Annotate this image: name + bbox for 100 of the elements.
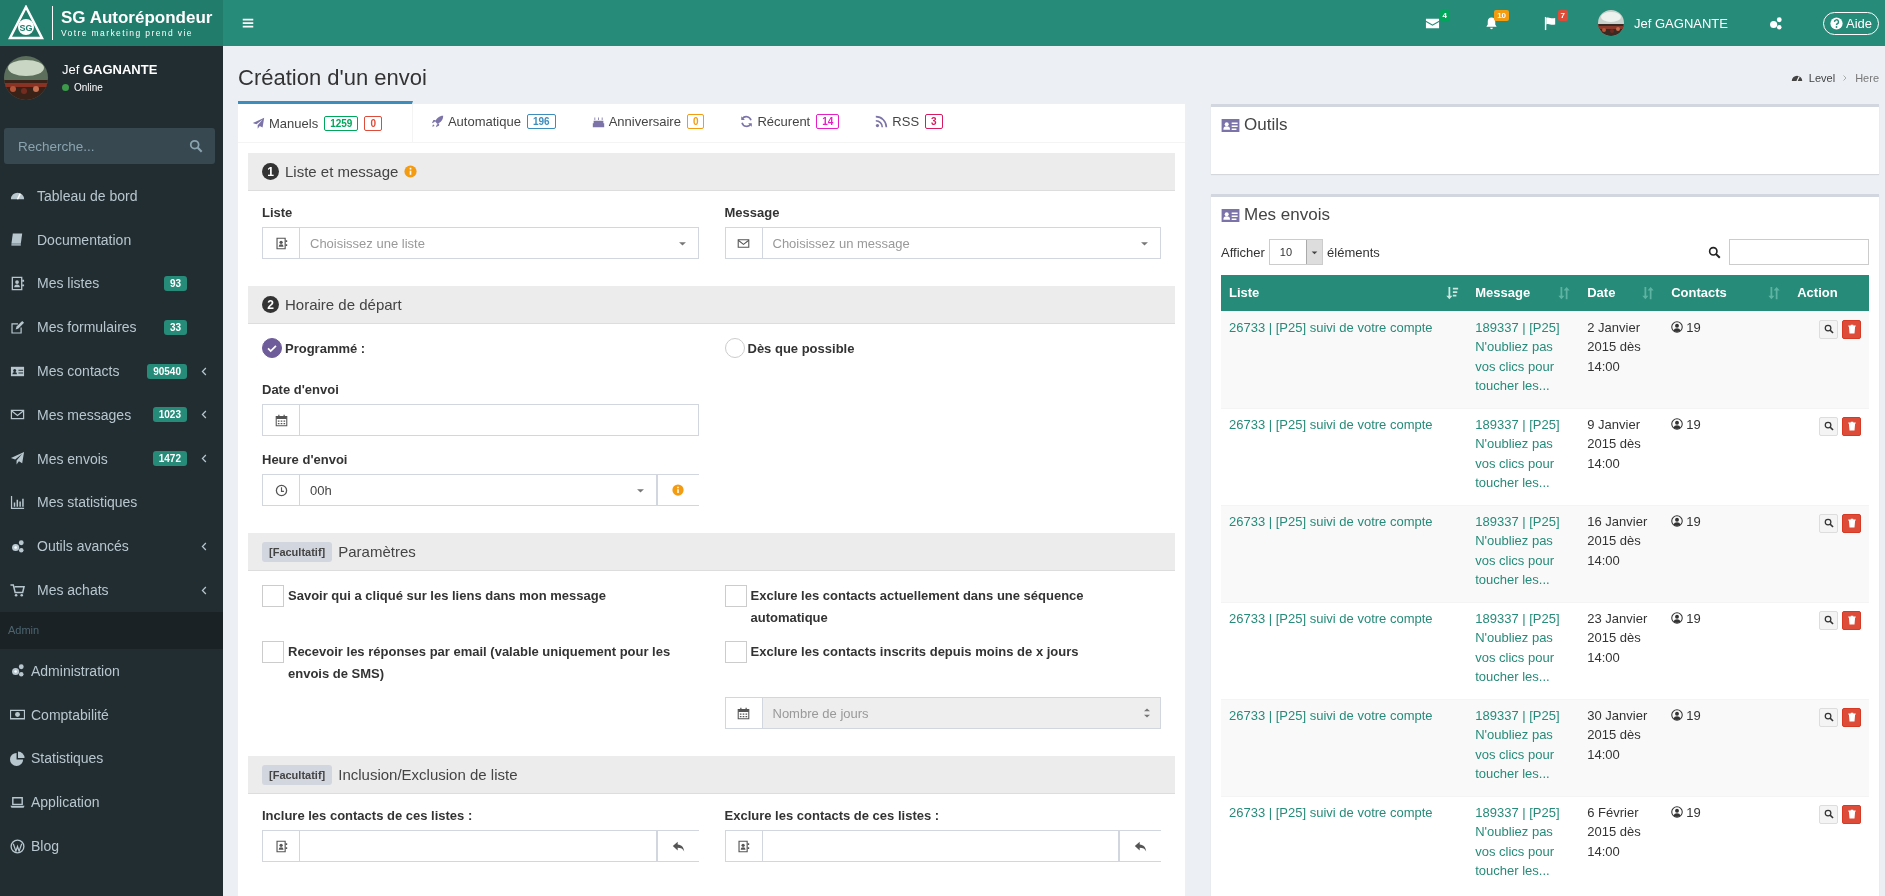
column-header[interactable]: Contacts xyxy=(1663,275,1790,311)
search-icon xyxy=(1823,421,1834,431)
delete-button[interactable] xyxy=(1842,707,1861,727)
checkbox[interactable] xyxy=(724,585,747,607)
sidebar-item[interactable]: Mes messages 1023 xyxy=(0,393,223,437)
sidebar-item[interactable]: Mes achats xyxy=(0,568,223,612)
brand-tagline: Votre marketing prend vie xyxy=(61,28,194,38)
menu-icon xyxy=(241,16,255,30)
field-label: Heure d'envoi xyxy=(262,452,349,467)
checkbox-label: Exclure les contacts actuellement dans une séquence automatique xyxy=(750,587,1085,627)
tab[interactable]: Manuels 1259 0 xyxy=(238,101,413,142)
sidebar-item[interactable]: Blog xyxy=(0,824,223,868)
message-link[interactable]: 189337 | [P25] N'oubliez pas vos clics pour toucher les... xyxy=(1475,802,1572,881)
reset-button[interactable] xyxy=(656,830,699,862)
page-size-select[interactable]: 10 xyxy=(1268,239,1324,265)
view-button[interactable] xyxy=(1819,707,1838,727)
address-book-icon xyxy=(274,839,288,853)
pie-chart-icon xyxy=(10,750,25,766)
select-field[interactable]: 00h xyxy=(300,475,625,505)
sidebar-item[interactable]: Outils avancés xyxy=(0,524,223,569)
page-title: Création d'un envoi xyxy=(238,65,428,91)
delete-button[interactable] xyxy=(1842,416,1861,436)
column-header[interactable]: Message xyxy=(1467,275,1580,311)
delete-button[interactable] xyxy=(1842,319,1861,339)
message-link[interactable]: 189337 | [P25] N'oubliez pas vos clics pour toucher les... xyxy=(1475,414,1572,493)
checkbox[interactable] xyxy=(262,641,284,663)
select-field[interactable]: Choisissez un message xyxy=(762,228,1129,258)
cart-icon xyxy=(10,582,25,598)
select-field[interactable]: Choisissez un message xyxy=(724,227,1161,259)
address-book-icon xyxy=(10,276,25,291)
delete-button[interactable] xyxy=(1842,804,1861,824)
contact-count: 19 xyxy=(1686,318,1701,337)
sidebar-item[interactable]: Mes contacts 90540 xyxy=(0,349,223,393)
sidebar-item[interactable]: Mes statistiques xyxy=(0,480,223,525)
view-button[interactable] xyxy=(1819,416,1838,436)
calendar-icon xyxy=(737,706,750,720)
view-button[interactable] xyxy=(1819,513,1838,533)
sidebar-item[interactable]: Application xyxy=(0,780,223,825)
tab[interactable]: Récurent 14 xyxy=(722,101,858,139)
count-badge: 10 xyxy=(1494,9,1510,21)
count-badge: 196 xyxy=(526,114,556,129)
spinner-arrows-icon[interactable] xyxy=(1144,708,1150,718)
tab[interactable]: Anniversaire 0 xyxy=(573,101,723,139)
info-button[interactable] xyxy=(656,474,699,506)
column-header: Action xyxy=(1789,275,1869,311)
date-text: 6 Février 2015 dès 14:00 xyxy=(1587,803,1642,861)
delete-button[interactable] xyxy=(1842,513,1861,533)
step-number: 1 xyxy=(262,163,279,180)
checkbox[interactable] xyxy=(724,641,747,663)
rocket-icon xyxy=(430,115,444,128)
sidebar-item[interactable]: Mes formulaires 33 xyxy=(0,305,223,350)
message-link[interactable]: 189337 | [P25] N'oubliez pas vos clics pour toucher les... xyxy=(1475,608,1572,687)
breadcrumb-link[interactable]: Level xyxy=(1808,72,1836,84)
breadcrumb-link[interactable]: Here xyxy=(1855,72,1879,84)
sidebar-item[interactable]: Administration xyxy=(0,648,223,693)
sidebar-item[interactable]: Mes listes 93 xyxy=(0,261,223,306)
plane-icon xyxy=(252,116,265,130)
sidebar-item[interactable]: Documentation xyxy=(0,217,223,262)
sidebar-item[interactable]: Mes envois 1472 xyxy=(0,436,223,481)
count-badge: 0 xyxy=(686,114,705,129)
search-field[interactable]: Recherche... xyxy=(4,128,215,164)
sidebar-item[interactable]: Tableau de bord xyxy=(0,174,223,218)
view-button[interactable] xyxy=(1819,610,1838,630)
column-header[interactable]: Date xyxy=(1579,275,1664,311)
optional-tag: [Facultatif] xyxy=(262,541,333,562)
list-link[interactable]: 26733 | [P25] suivi de votre compte xyxy=(1229,319,1433,335)
list-link[interactable]: 26733 | [P25] suivi de votre compte xyxy=(1229,804,1433,820)
search-icon xyxy=(1708,245,1721,259)
radio-button[interactable] xyxy=(262,338,282,358)
info-icon xyxy=(672,484,684,496)
tab[interactable]: Automatique 196 xyxy=(412,101,574,139)
trash-icon xyxy=(1846,615,1857,625)
list-field[interactable] xyxy=(262,830,657,862)
column-header[interactable]: Liste xyxy=(1221,275,1468,311)
view-button[interactable] xyxy=(1819,319,1838,339)
select-field[interactable]: 00h xyxy=(262,474,657,506)
user-name[interactable]: Jef GAGNANTE xyxy=(1634,15,1728,31)
user-name: Jef GAGNANTE xyxy=(62,62,158,77)
section-title: Liste et message xyxy=(285,163,399,180)
sidebar-item[interactable]: Statistiques xyxy=(0,736,223,781)
tasks-button[interactable]: 7 xyxy=(1529,7,1573,39)
list-field[interactable] xyxy=(724,830,1119,862)
table-search-field[interactable] xyxy=(1729,239,1869,265)
search-icon xyxy=(189,139,203,153)
help-icon xyxy=(1829,16,1843,30)
count-badge: 90540 xyxy=(147,363,187,379)
gears-icon xyxy=(1767,15,1783,31)
reset-button[interactable] xyxy=(1119,830,1161,862)
checkbox[interactable] xyxy=(262,585,284,607)
search-field[interactable]: Recherche... xyxy=(16,137,189,155)
delete-button[interactable] xyxy=(1842,610,1861,630)
list-link[interactable]: 26733 | [P25] suivi de votre compte xyxy=(1229,707,1433,723)
list-link[interactable]: 26733 | [P25] suivi de votre compte xyxy=(1229,610,1433,626)
list-link[interactable]: 26733 | [P25] suivi de votre compte xyxy=(1229,513,1433,529)
list-link[interactable]: 26733 | [P25] suivi de votre compte xyxy=(1229,416,1433,432)
sidebar-item[interactable]: Comptabilité xyxy=(0,692,223,737)
tab[interactable]: RSS 3 xyxy=(857,101,961,139)
view-button[interactable] xyxy=(1819,804,1838,824)
select-field[interactable]: Choisissez une liste xyxy=(300,228,667,258)
select-field[interactable]: Choisissez une liste xyxy=(262,227,699,259)
